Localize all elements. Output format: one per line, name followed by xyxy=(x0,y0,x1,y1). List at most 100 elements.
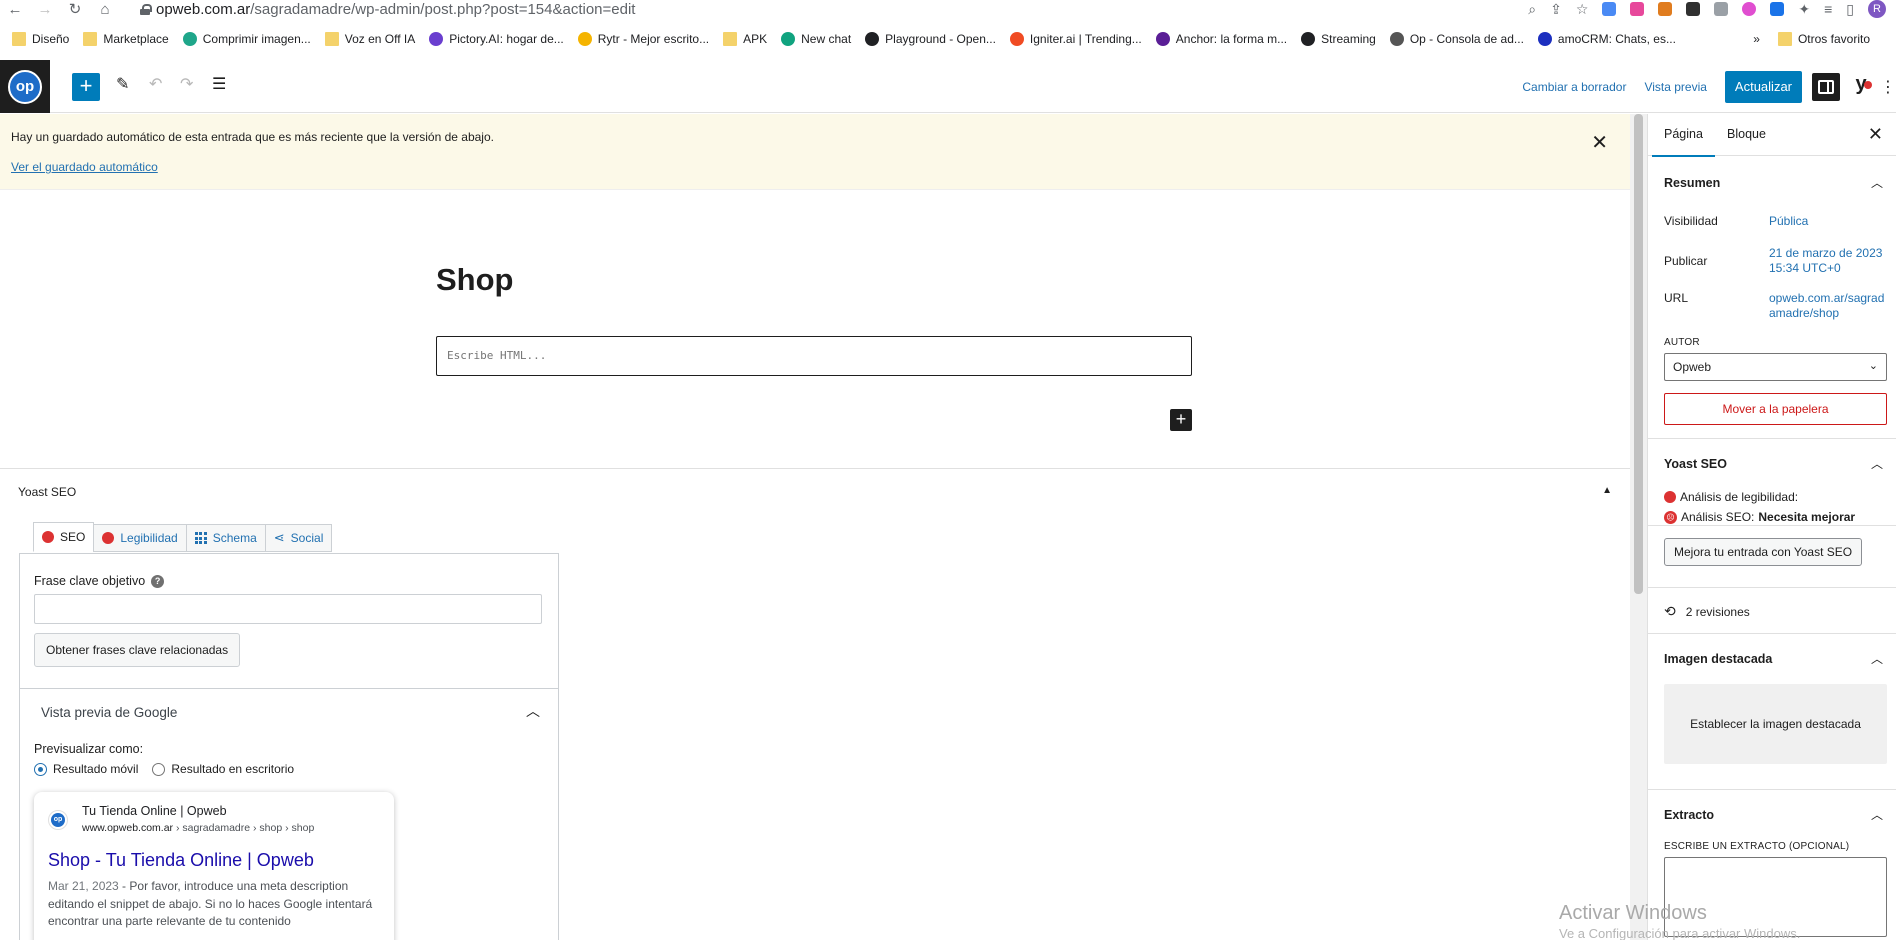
url-value[interactable]: opweb.com.ar/sagrad amadre/shop xyxy=(1769,291,1884,321)
bookmark-label: Diseño xyxy=(32,32,70,46)
post-title[interactable]: Shop xyxy=(436,262,514,298)
chevron-up-icon[interactable]: ︿ xyxy=(526,701,540,721)
back-icon[interactable]: ← xyxy=(0,2,30,18)
focus-keyphrase-input[interactable] xyxy=(34,594,542,624)
chevron-up-icon[interactable]: ︿ xyxy=(1871,174,1883,191)
list-view-icon[interactable]: ☰ xyxy=(212,74,226,94)
folder-icon xyxy=(723,32,738,46)
add-block-button[interactable]: + xyxy=(1170,409,1192,431)
op-favicon-text: op xyxy=(51,813,65,827)
bookmark-item[interactable]: Anchor: la forma m... xyxy=(1155,32,1287,46)
bookmark-item[interactable]: Rytr - Mejor escrito... xyxy=(577,32,709,46)
bookmark-item[interactable]: Diseño xyxy=(12,32,69,46)
tab-page[interactable]: Página xyxy=(1652,127,1715,157)
puzzle-icon[interactable]: ✦ xyxy=(1798,1,1810,18)
radio-mobile[interactable]: Resultado móvil xyxy=(34,762,138,776)
radio-checked-icon[interactable] xyxy=(34,762,47,776)
bookmark-item[interactable]: Igniter.ai | Trending... xyxy=(1009,32,1142,46)
extension-icon[interactable] xyxy=(1686,2,1701,16)
close-icon[interactable]: ✕ xyxy=(1868,124,1883,145)
bookmark-item[interactable]: Streaming xyxy=(1301,32,1376,46)
tab-block[interactable]: Bloque xyxy=(1727,127,1766,141)
tab-schema[interactable]: Schema xyxy=(185,524,266,552)
url-path: /sagradamadre/wp-admin/post.php?post=154… xyxy=(250,0,636,18)
editor-scrollbar[interactable] xyxy=(1630,114,1647,940)
yoast-icon[interactable]: y xyxy=(1848,73,1874,101)
block-inserter-button[interactable]: + xyxy=(72,73,100,101)
download-icon[interactable] xyxy=(1770,2,1785,16)
chevron-right-icon[interactable]: » xyxy=(1753,32,1760,46)
tab-social[interactable]: ⋖ Social xyxy=(264,524,333,552)
url-line-1: opweb.com.ar/sagrad xyxy=(1769,291,1885,305)
move-to-trash-button[interactable]: Mover a la papelera xyxy=(1664,393,1887,425)
reload-icon[interactable]: ↻ xyxy=(60,2,90,18)
zoom-icon[interactable]: ⌕ xyxy=(1528,1,1536,18)
seo-panel: Frase clave objetivo ? Obtener frases cl… xyxy=(19,553,559,940)
forward-icon[interactable]: → xyxy=(30,2,60,18)
author-select[interactable]: Opweb ⌄ xyxy=(1664,353,1887,381)
chevron-down-icon: ⌄ xyxy=(1868,360,1878,372)
featured-image-heading[interactable]: Imagen destacada xyxy=(1664,652,1772,666)
undo-icon[interactable]: ↶ xyxy=(149,74,162,94)
visibility-value[interactable]: Pública xyxy=(1769,214,1808,229)
bookmark-item[interactable]: Op - Consola de ad... xyxy=(1389,32,1524,46)
chevron-up-icon[interactable]: ︿ xyxy=(1871,806,1883,823)
improve-with-yoast-button[interactable]: Mejora tu entrada con Yoast SEO xyxy=(1664,538,1863,566)
radio-unchecked-icon[interactable] xyxy=(152,762,166,776)
side-panel-icon[interactable]: ▯ xyxy=(1846,1,1854,18)
excerpt-heading[interactable]: Extracto xyxy=(1664,808,1714,822)
redo-icon[interactable]: ↷ xyxy=(180,74,193,94)
chevron-up-icon[interactable]: ︿ xyxy=(1871,455,1883,472)
extension-icon[interactable] xyxy=(1602,2,1617,16)
site-logo[interactable]: op xyxy=(0,60,50,113)
radio-desktop[interactable]: Resultado en escritorio xyxy=(152,762,294,776)
excerpt-textarea[interactable] xyxy=(1664,857,1887,937)
related-keyphrases-button[interactable]: Obtener frases clave relacionadas xyxy=(34,633,241,667)
google-preview-header[interactable]: Vista previa de Google ︿ xyxy=(20,688,558,734)
tab-readability[interactable]: Legibilidad xyxy=(93,524,187,552)
bookmark-item[interactable]: APK xyxy=(723,32,767,46)
publish-value[interactable]: 21 de marzo de 2023 15:34 UTC+0 xyxy=(1769,246,1882,276)
serp-separator: - xyxy=(118,879,130,893)
revisions-row[interactable]: ⟲ 2 revisiones xyxy=(1664,603,1750,620)
serp-title[interactable]: Shop - Tu Tienda Online | Opweb xyxy=(48,850,314,871)
close-icon[interactable]: ✕ xyxy=(1591,130,1608,155)
visibility-label: Visibilidad xyxy=(1664,214,1718,228)
bookmark-item[interactable]: Comprimir imagen... xyxy=(182,32,311,46)
home-icon[interactable]: ⌂ xyxy=(90,2,120,18)
avatar[interactable]: R xyxy=(1868,0,1886,18)
pencil-icon[interactable]: ✎ xyxy=(116,74,129,94)
preview-button[interactable]: Vista previa xyxy=(1644,80,1706,94)
bookmark-item[interactable]: New chat xyxy=(781,32,851,46)
bookmark-item[interactable]: Pictory.AI: hogar de... xyxy=(429,32,564,46)
set-featured-image-button[interactable]: Establecer la imagen destacada xyxy=(1664,684,1887,764)
settings-icon[interactable] xyxy=(1812,72,1840,101)
update-button[interactable]: Actualizar xyxy=(1724,70,1802,103)
help-icon[interactable]: ? xyxy=(151,574,165,588)
share-page-icon[interactable]: ⇪ xyxy=(1550,1,1562,18)
extension-icon[interactable] xyxy=(1742,2,1757,16)
extension-icon[interactable] xyxy=(1658,2,1673,16)
tab-seo[interactable]: SEO xyxy=(33,522,95,552)
bookmark-item[interactable]: Voz en Off IA xyxy=(324,32,416,46)
yoast-sidebar-heading[interactable]: Yoast SEO xyxy=(1664,457,1727,471)
bookmark-item[interactable]: Playground - Open... xyxy=(865,32,996,46)
bookmark-star-icon[interactable]: ☆ xyxy=(1576,1,1589,18)
bookmark-item[interactable]: amoCRM: Chats, es... xyxy=(1537,32,1676,46)
extension-icon[interactable] xyxy=(1630,2,1645,16)
media-icon[interactable]: ≡ xyxy=(1824,1,1832,17)
revisions-panel[interactable]: ⟲ 2 revisiones xyxy=(1648,589,1896,634)
scrollbar-thumb[interactable] xyxy=(1634,114,1643,594)
summary-heading[interactable]: Resumen xyxy=(1664,176,1720,190)
collapse-icon[interactable]: ▲ xyxy=(1602,485,1612,496)
more-options-icon[interactable]: ⋮ xyxy=(1880,77,1896,97)
view-autosave-link[interactable]: Ver el guardado automático xyxy=(11,160,158,174)
switch-to-draft-button[interactable]: Cambiar a borrador xyxy=(1522,80,1626,94)
chevron-up-icon[interactable]: ︿ xyxy=(1871,650,1883,667)
url-field[interactable]: opweb.com.ar/sagradamadre/wp-admin/post.… xyxy=(140,0,635,18)
custom-html-block[interactable]: Escribe HTML... xyxy=(436,336,1192,376)
other-bookmarks[interactable]: Otros favorito xyxy=(1777,32,1870,46)
bookmark-label: Voz en Off IA xyxy=(344,32,416,46)
bookmark-item[interactable]: Marketplace xyxy=(83,32,169,46)
camera-icon[interactable] xyxy=(1714,2,1729,16)
